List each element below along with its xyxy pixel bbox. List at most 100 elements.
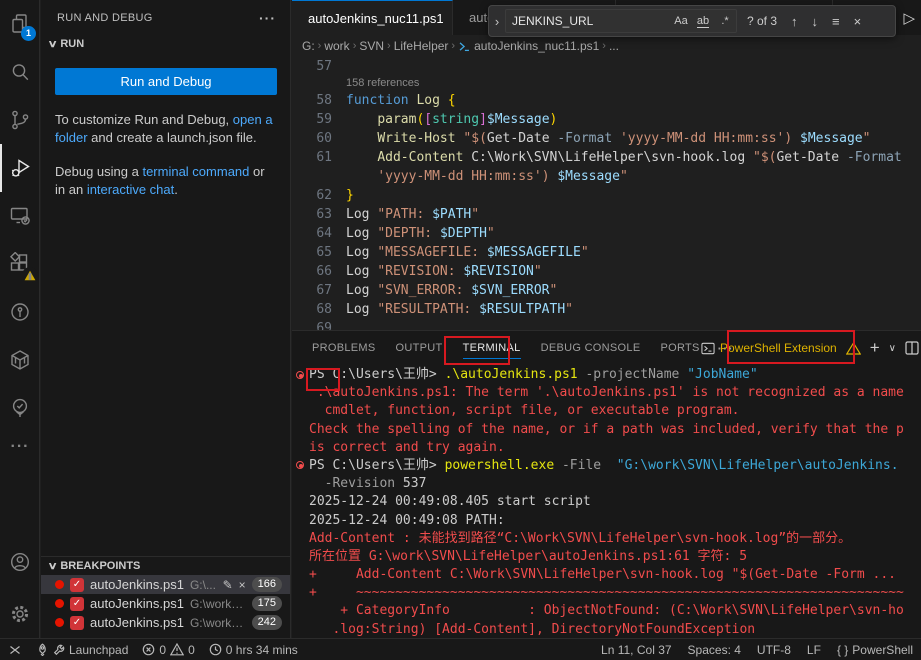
breadcrumb-item[interactable]: SVN: [359, 39, 384, 53]
code-line[interactable]: 69: [292, 319, 921, 330]
find-next-icon[interactable]: ↓: [812, 14, 819, 29]
terminal-line: cmdlet, function, script file, or execut…: [292, 402, 921, 420]
code-line[interactable]: 65Log "MESSAGEFILE: $MESSAGEFILE": [292, 243, 921, 262]
code-editor[interactable]: 57158 references58function Log {59 param…: [292, 57, 921, 330]
tab-problems[interactable]: PROBLEMS: [312, 338, 376, 358]
settings-gear-icon[interactable]: [0, 590, 40, 638]
code-line[interactable]: 59 param([string]$Message): [292, 110, 921, 129]
code-line[interactable]: 60 Write-Host "$(Get-Date -Format 'yyyy-…: [292, 129, 921, 148]
time-tracker-status-item[interactable]: 0 hrs 34 mins: [209, 643, 298, 657]
breakpoint-row[interactable]: ✓ autoJenkins.ps1 G:\work\SV... 175: [41, 594, 290, 613]
testing-icon[interactable]: [0, 384, 40, 432]
match-case-icon[interactable]: Aa: [670, 15, 692, 27]
chevron-down-icon: ∨: [48, 561, 58, 572]
code-text: param([string]$Message): [332, 110, 557, 129]
active-terminal-selector[interactable]: PowerShell Extension: [701, 341, 837, 355]
breakpoint-file: autoJenkins.ps1: [90, 596, 184, 611]
panel-header: PROBLEMS OUTPUT TERMINAL DEBUG CONSOLE P…: [292, 331, 921, 365]
sidebar-more-actions[interactable]: ···: [259, 10, 276, 26]
line-number: 61: [292, 148, 332, 167]
eol-status[interactable]: LF: [807, 643, 821, 657]
run-file-icon[interactable]: ▷: [903, 9, 915, 27]
find-input[interactable]: JENKINS_URL Aa ab .*: [505, 9, 737, 33]
code-line[interactable]: 63Log "PATH: $PATH": [292, 205, 921, 224]
breadcrumb-item[interactable]: work: [324, 39, 349, 53]
code-text: 'yyyy-MM-dd HH:mm:ss') $Message": [332, 167, 628, 186]
tab-output[interactable]: OUTPUT: [396, 338, 443, 358]
commit-icon[interactable]: [0, 288, 40, 336]
encoding-status[interactable]: UTF-8: [757, 643, 791, 657]
launchpad-status-item[interactable]: Launchpad: [36, 643, 128, 657]
terminal-line: .log:String) [Add-Content], DirectoryNot…: [292, 621, 921, 639]
extensions-icon[interactable]: [0, 240, 40, 288]
interactive-chat-link[interactable]: interactive chat: [87, 182, 174, 197]
remove-breakpoint-icon[interactable]: ×: [239, 578, 246, 592]
close-find-icon[interactable]: ×: [854, 14, 862, 29]
code-line[interactable]: 58function Log {: [292, 91, 921, 110]
language-mode-status[interactable]: { } PowerShell: [837, 643, 913, 657]
code-line[interactable]: 'yyyy-MM-dd HH:mm:ss') $Message": [292, 167, 921, 186]
containers-icon[interactable]: [0, 336, 40, 384]
breadcrumb-item[interactable]: G:: [302, 39, 315, 53]
breakpoint-row[interactable]: ✓ autoJenkins.ps1 G:\... ✎ × 166: [41, 575, 290, 594]
code-line[interactable]: 67Log "SVN_ERROR: $SVN_ERROR": [292, 281, 921, 300]
code-line[interactable]: 64Log "DEPTH: $DEPTH": [292, 224, 921, 243]
find-previous-icon[interactable]: ↑: [791, 14, 798, 29]
source-control-icon[interactable]: [0, 96, 40, 144]
breakpoint-checkbox[interactable]: ✓: [70, 616, 84, 630]
code-line[interactable]: 68Log "RESULTPATH: $RESULTPATH": [292, 300, 921, 319]
terminal-dropdown-icon[interactable]: ∨: [889, 343, 896, 354]
terminal-command-link[interactable]: terminal command: [142, 164, 249, 179]
code-line[interactable]: 57: [292, 57, 921, 76]
extensions-warning-badge: [22, 267, 38, 283]
run-and-debug-button[interactable]: Run and Debug: [55, 68, 277, 95]
terminal-line: -Revision 537: [292, 475, 921, 493]
more-views-icon[interactable]: ···: [0, 432, 40, 462]
command-failed-decoration-icon[interactable]: [296, 371, 304, 379]
line-number: 58: [292, 91, 332, 110]
codelens-references[interactable]: 158 references: [292, 76, 921, 91]
breakpoints-header[interactable]: ∨ BREAKPOINTS: [41, 557, 290, 575]
new-terminal-icon[interactable]: +: [870, 338, 880, 358]
cursor-position-status[interactable]: Ln 11, Col 37: [601, 643, 672, 657]
line-number: 57: [292, 57, 332, 76]
terminal-output[interactable]: PS C:\Users\王帅> .\autoJenkins.ps1 -proje…: [292, 366, 921, 639]
breadcrumb-item[interactable]: autoJenkins_nuc11.ps1: [474, 39, 599, 53]
explorer-icon[interactable]: 1: [0, 0, 40, 48]
breakpoint-checkbox[interactable]: ✓: [70, 578, 84, 592]
breakpoint-row[interactable]: ✓ autoJenkins.ps1 G:\work\SV... 242: [41, 613, 290, 632]
code-line[interactable]: 62}: [292, 186, 921, 205]
terminal-line: .\autoJenkins.ps1: The term '.\autoJenki…: [292, 384, 921, 402]
tab-autojenkins-nuc11[interactable]: autoJenkins_nuc11.ps1 ×: [292, 0, 453, 35]
tab-ports[interactable]: PORTS: [660, 338, 699, 358]
tab-debug-console[interactable]: DEBUG CONSOLE: [541, 338, 641, 358]
search-icon[interactable]: [0, 48, 40, 96]
run-and-debug-icon[interactable]: [0, 144, 40, 192]
breakpoint-checkbox[interactable]: ✓: [70, 597, 84, 611]
problems-status-item[interactable]: 0 0: [142, 643, 194, 657]
explorer-badge: 1: [21, 26, 36, 41]
chevron-right-icon: ›: [353, 40, 357, 52]
code-line[interactable]: 61 Add-Content C:\Work\SVN\LifeHelper\sv…: [292, 148, 921, 167]
code-line[interactable]: 66Log "REVISION: $REVISION": [292, 262, 921, 281]
find-in-selection-icon[interactable]: ≡: [832, 14, 840, 29]
tab-terminal[interactable]: TERMINAL: [463, 338, 521, 359]
edit-breakpoint-icon[interactable]: ✎: [223, 578, 233, 592]
accounts-icon[interactable]: [0, 538, 40, 586]
toggle-replace-icon[interactable]: ›: [489, 14, 505, 29]
run-section-header[interactable]: ∨ RUN: [41, 34, 290, 54]
breadcrumb-item[interactable]: LifeHelper: [394, 39, 449, 53]
terminal-line: 2025-12-24 00:49:08.405 start script: [292, 493, 921, 511]
activity-bar: 1 ···: [0, 0, 40, 638]
indentation-status[interactable]: Spaces: 4: [688, 643, 741, 657]
split-terminal-icon[interactable]: [905, 341, 919, 355]
terminal-line: is correct and try again.: [292, 439, 921, 457]
breadcrumb-item[interactable]: ...: [609, 39, 619, 53]
whole-word-icon[interactable]: ab: [692, 15, 714, 27]
terminal-line: 所在位置 G:\work\SVN\LifeHelper\autoJenkins.…: [292, 548, 921, 566]
find-query-text[interactable]: JENKINS_URL: [506, 14, 670, 28]
remote-explorer-icon[interactable]: [0, 192, 40, 240]
remote-indicator-icon[interactable]: [8, 643, 22, 657]
command-failed-decoration-icon[interactable]: [296, 461, 304, 469]
regex-icon[interactable]: .*: [714, 15, 736, 27]
